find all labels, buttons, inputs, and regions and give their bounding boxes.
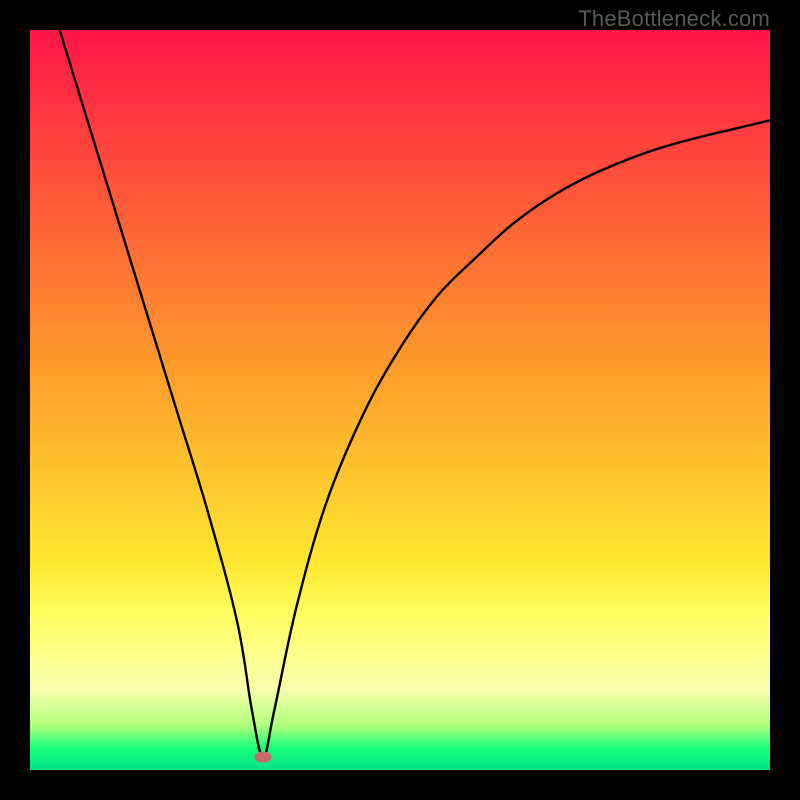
chart-frame: TheBottleneck.com xyxy=(0,0,800,800)
optimal-point-marker xyxy=(255,751,272,762)
curve-layer xyxy=(30,30,770,770)
watermark-text: TheBottleneck.com xyxy=(578,6,770,32)
bottleneck-curve xyxy=(60,30,770,757)
plot-area xyxy=(30,30,770,770)
